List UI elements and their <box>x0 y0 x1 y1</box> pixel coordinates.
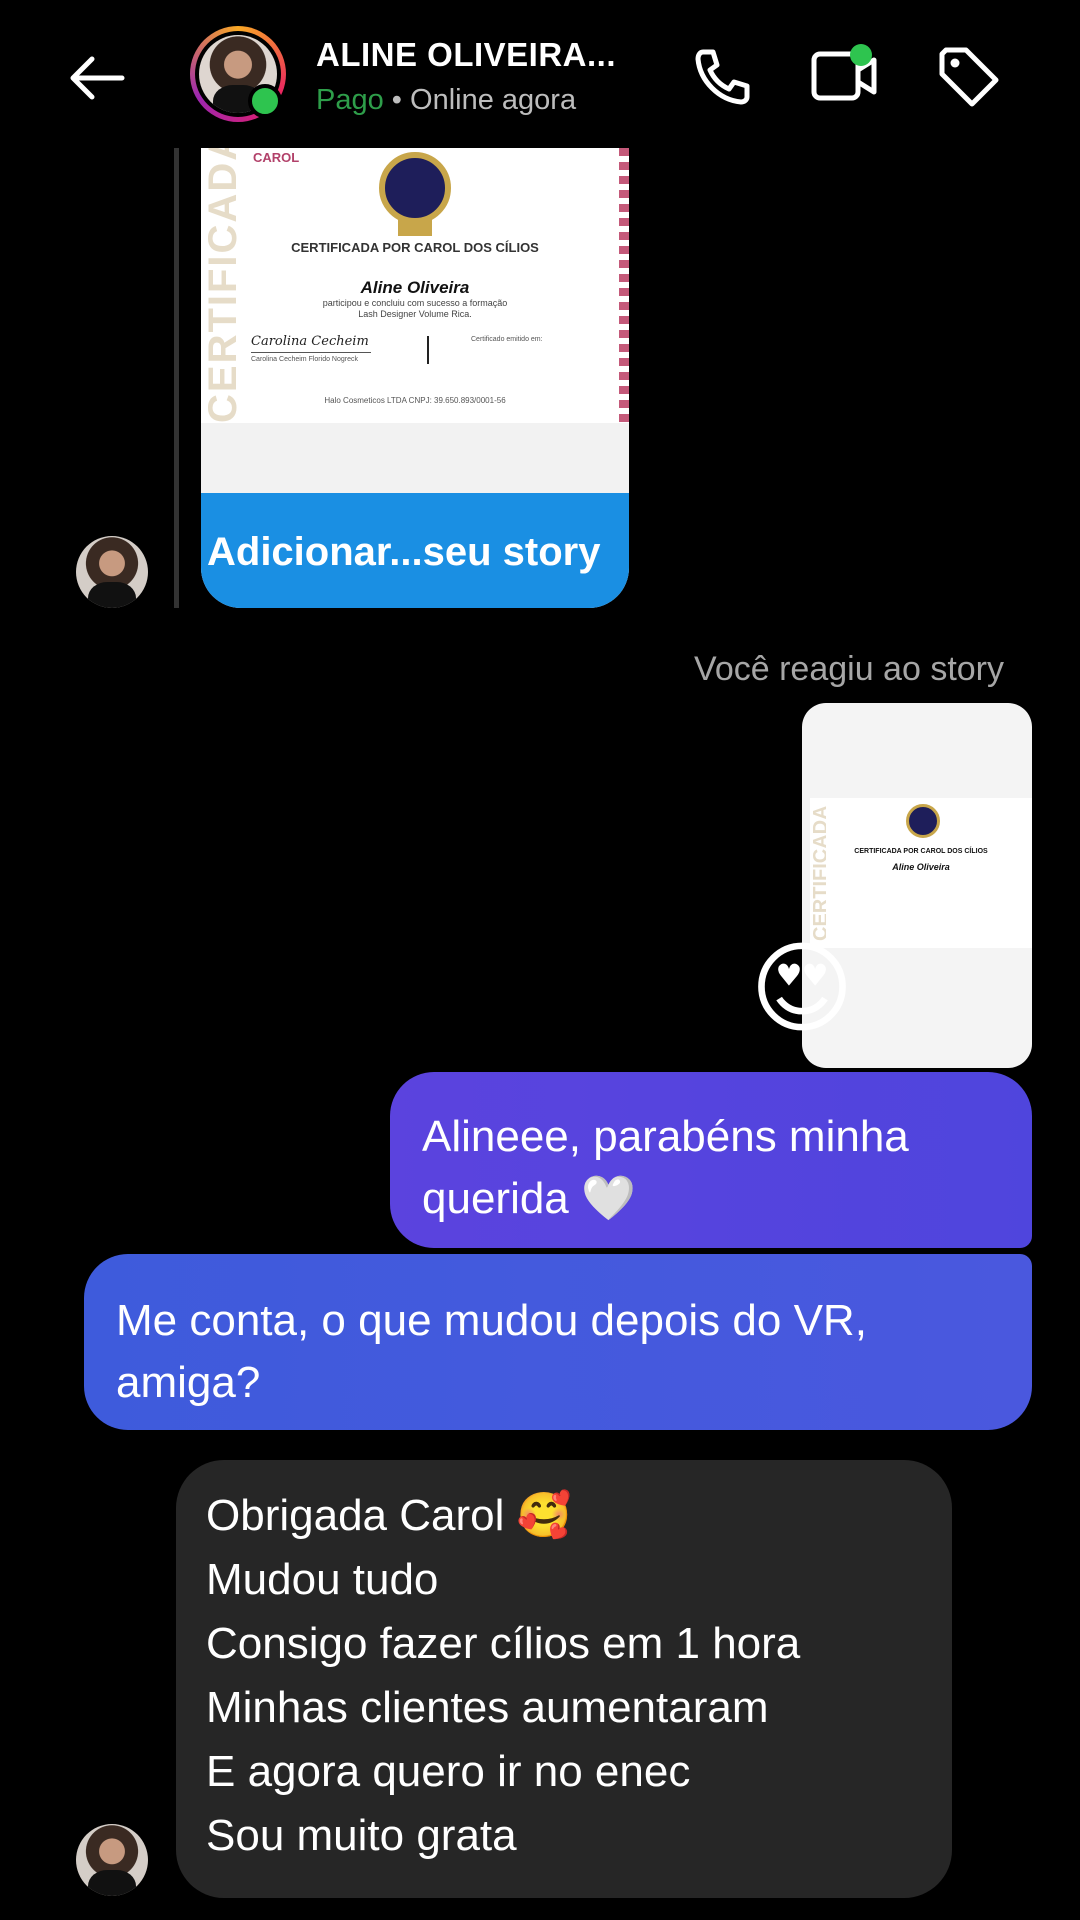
thumbnail-name: Aline Oliveira <box>892 862 950 872</box>
certificate-image: CERTIFICADA CAROL CERTIFICADA POR CAROL … <box>201 148 629 423</box>
thumbnail-title: CERTIFICADA POR CAROL DOS CÍLIOS <box>854 848 988 855</box>
message-line: Mudou tudo <box>206 1555 439 1604</box>
sender-avatar[interactable] <box>76 536 148 608</box>
certificate-emitted: Certificado emitido em: <box>471 336 543 343</box>
back-button[interactable] <box>62 48 132 108</box>
message-line: Alineee, parabéns minha <box>422 1112 909 1161</box>
sender-avatar[interactable] <box>76 1824 148 1896</box>
call-button[interactable] <box>686 44 756 110</box>
phone-icon <box>695 49 750 105</box>
message-line: Minhas clientes aumentaram <box>206 1683 769 1732</box>
reaction-label: Você reagiu ao story <box>694 650 1004 688</box>
add-to-story-label: Adicionar...seu story <box>207 530 601 574</box>
label-button[interactable] <box>934 44 1004 110</box>
reply-thread-line <box>174 148 179 608</box>
message-line: Obrigada Carol 🥰 <box>206 1491 572 1540</box>
certificate-text-1: participou e concluiu com sucesso a form… <box>322 298 508 308</box>
tag-icon <box>939 47 999 107</box>
heart-eyes-reaction[interactable]: 😍 <box>746 933 858 1045</box>
back-arrow-icon <box>70 56 125 100</box>
certificate-signer: Carolina Cecheim Florido Nogreck <box>251 356 358 363</box>
chat-header: ALINE OLIVEIRA... Pago • Online agora <box>0 0 1080 150</box>
certificate-text-2: Lash Designer Volume Rica. <box>358 309 472 319</box>
message-line: Me conta, o que mudou depois do VR, <box>116 1296 867 1345</box>
message-line: E agora quero ir no enec <box>206 1747 691 1796</box>
seal-ribbon <box>398 218 432 236</box>
online-status: Online agora <box>410 84 577 116</box>
message-line: amiga? <box>116 1358 261 1407</box>
certificate-divider <box>427 336 429 364</box>
received-message[interactable]: Obrigada Carol 🥰 Mudou tudo Consigo faze… <box>176 1460 952 1898</box>
paid-label: Pago <box>316 84 384 116</box>
shared-story-card[interactable]: CERTIFICADA CAROL CERTIFICADA POR CAROL … <box>201 148 629 608</box>
thumbnail-certificate: CERTIFICADA CERTIFICADA POR CAROL DOS CÍ… <box>810 798 1032 948</box>
sent-message[interactable]: Alineee, parabéns minha querida 🤍 <box>390 1072 1032 1248</box>
video-call-button[interactable] <box>810 44 880 110</box>
certificate-footer: Halo Cosmeticos LTDA CNPJ: 39.650.893/00… <box>324 396 506 405</box>
message-line: Sou muito grata <box>206 1811 517 1860</box>
message-line: Consigo fazer cílios em 1 hora <box>206 1619 801 1668</box>
contact-status: Pago • Online agora <box>316 84 576 117</box>
contact-name[interactable]: ALINE OLIVEIRA... <box>316 36 616 74</box>
certificate-title: CERTIFICADA POR CAROL DOS CÍLIOS <box>291 240 539 255</box>
video-active-dot <box>850 44 872 66</box>
thumbnail-side-text: CERTIFICADA <box>810 805 826 941</box>
online-indicator <box>248 84 282 118</box>
certificate-signature: Carolina Cecheim <box>251 334 371 353</box>
certificate-seal <box>379 152 451 224</box>
certificate-name: Aline Oliveira <box>360 278 470 297</box>
certificate-brand: CAROL <box>253 150 300 165</box>
message-line: querida 🤍 <box>422 1174 636 1223</box>
thumbnail-seal <box>906 804 940 838</box>
sent-message[interactable]: Me conta, o que mudou depois do VR, amig… <box>84 1254 1032 1430</box>
status-separator: • <box>383 84 411 116</box>
